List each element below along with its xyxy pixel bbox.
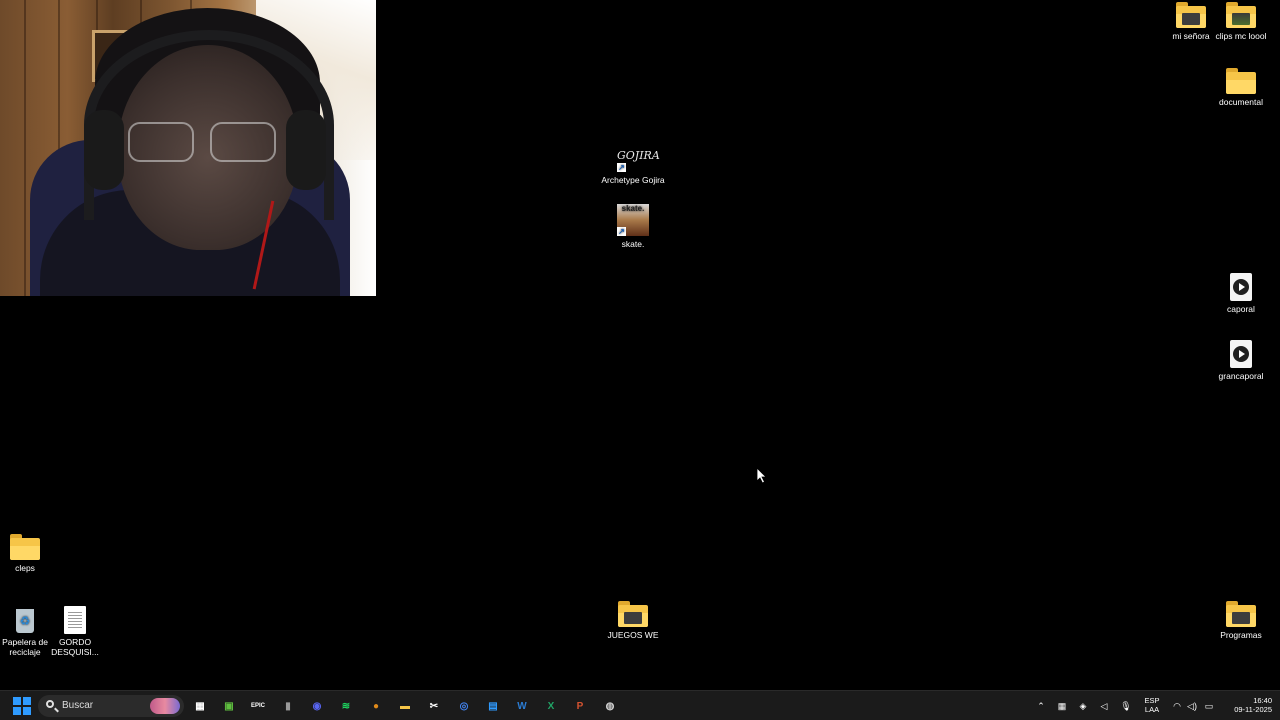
epic-games-icon[interactable]: EPIC xyxy=(248,696,268,716)
folder-icon xyxy=(1226,601,1256,627)
desktop-icon-label: mi señora xyxy=(1172,31,1210,41)
terminal-icon[interactable]: ▤ xyxy=(483,696,503,716)
tray-app-icon[interactable]: ▦ xyxy=(1056,700,1068,712)
desktop-icon-label: JUEGOS WE xyxy=(607,630,659,640)
folder-icon xyxy=(618,601,648,627)
text-file-icon xyxy=(64,606,86,634)
desktop-icon-label: GORDO DESQUISI... xyxy=(51,637,99,657)
search-placeholder: Buscar xyxy=(62,700,94,711)
desktop-icon-grancaporal[interactable]: grancaporal xyxy=(1206,340,1276,381)
taskbar-search[interactable]: Buscar xyxy=(38,695,184,717)
language-indicator[interactable]: ESP LAA xyxy=(1142,696,1162,714)
powerpoint-icon[interactable]: P xyxy=(570,696,590,716)
desktop-icon-caporal[interactable]: caporal xyxy=(1206,273,1276,314)
minecraft-icon[interactable]: ▣ xyxy=(219,696,239,716)
taskbar: Buscar ▦ ▣ EPIC ▮ ◉ ≋ ● ▬ ✂ ◎ ▤ W X P ◍ ⌃ ▦ ◈ ◁ 🎙︎ ESP… xyxy=(0,690,1280,720)
desktop-icon-label: caporal xyxy=(1227,304,1255,314)
clock[interactable]: 16:40 09-11-2025 xyxy=(1222,696,1272,714)
desktop-icon-label: clips mc loool xyxy=(1215,31,1267,41)
excel-icon[interactable]: X xyxy=(541,696,561,716)
gojira-album-icon: GOJIRA ↗ xyxy=(617,140,660,172)
search-highlight-icon xyxy=(150,698,180,714)
desktop-icon-label: grancaporal xyxy=(1218,371,1264,381)
desktop-icon-skate[interactable]: skate. ↗ skate. xyxy=(598,204,668,249)
speaker-tray-icon[interactable]: ◁ xyxy=(1098,700,1110,712)
obs-icon[interactable]: ◍ xyxy=(600,696,620,716)
file-explorer-icon[interactable]: ▬ xyxy=(395,696,415,716)
desktop-icon-juegos-we[interactable]: JUEGOS WE xyxy=(598,601,668,640)
webcam-overlay xyxy=(0,0,376,296)
keyboard-layout: LAA xyxy=(1144,705,1160,714)
desktop-icon-cleps[interactable]: cleps xyxy=(0,534,60,573)
desktop-icon-gordo[interactable]: GORDO DESQUISI... xyxy=(40,606,110,657)
folder-icon xyxy=(1226,2,1256,28)
desktop-icon-label: skate. xyxy=(621,239,645,249)
game-launcher-icon[interactable]: ● xyxy=(366,696,386,716)
chrome-icon[interactable]: ◎ xyxy=(454,696,474,716)
start-button[interactable] xyxy=(12,696,32,716)
skate-game-icon: skate. ↗ xyxy=(617,204,649,236)
recycle-bin-icon: ♻ xyxy=(13,606,37,634)
steam-tray-icon[interactable]: ◈ xyxy=(1077,700,1089,712)
discord-icon[interactable]: ◉ xyxy=(307,696,327,716)
desktop-icon-programas[interactable]: Programas xyxy=(1206,601,1276,640)
wifi-icon[interactable]: ◠ xyxy=(1171,700,1183,712)
spotify-icon[interactable]: ≋ xyxy=(336,696,356,716)
desktop-icon-documental[interactable]: documental xyxy=(1206,68,1276,107)
folder-icon xyxy=(1226,68,1256,94)
language-code: ESP xyxy=(1144,696,1160,705)
desktop-icon-label: Archetype Gojira xyxy=(601,175,665,185)
snipping-tool-icon[interactable]: ✂ xyxy=(424,696,444,716)
battery-icon[interactable]: ▭ xyxy=(1203,700,1215,712)
clock-date: 09-11-2025 xyxy=(1234,705,1272,714)
video-file-icon xyxy=(1230,273,1252,301)
search-icon xyxy=(46,700,54,708)
microsoft-store-icon[interactable]: ▦ xyxy=(190,696,210,716)
usb-device-icon[interactable]: ▮ xyxy=(278,696,298,716)
word-icon[interactable]: W xyxy=(512,696,532,716)
desktop-icon-label: Programas xyxy=(1220,630,1262,640)
desktop-icon-clips-mc[interactable]: clips mc loool xyxy=(1206,2,1276,41)
show-hidden-icons-chevron-icon[interactable]: ⌃ xyxy=(1035,700,1047,712)
volume-icon[interactable]: ◁) xyxy=(1186,700,1198,712)
folder-icon xyxy=(10,534,40,560)
microphone-icon[interactable]: 🎙︎ xyxy=(1120,700,1132,712)
desktop-icon-label: cleps xyxy=(15,563,35,573)
video-file-icon xyxy=(1230,340,1252,368)
folder-icon xyxy=(1176,2,1206,28)
clock-time: 16:40 xyxy=(1253,696,1272,705)
desktop-icon-label: documental xyxy=(1219,97,1263,107)
desktop-icon-archetype-gojira[interactable]: GOJIRA ↗ Archetype Gojira xyxy=(598,140,668,185)
